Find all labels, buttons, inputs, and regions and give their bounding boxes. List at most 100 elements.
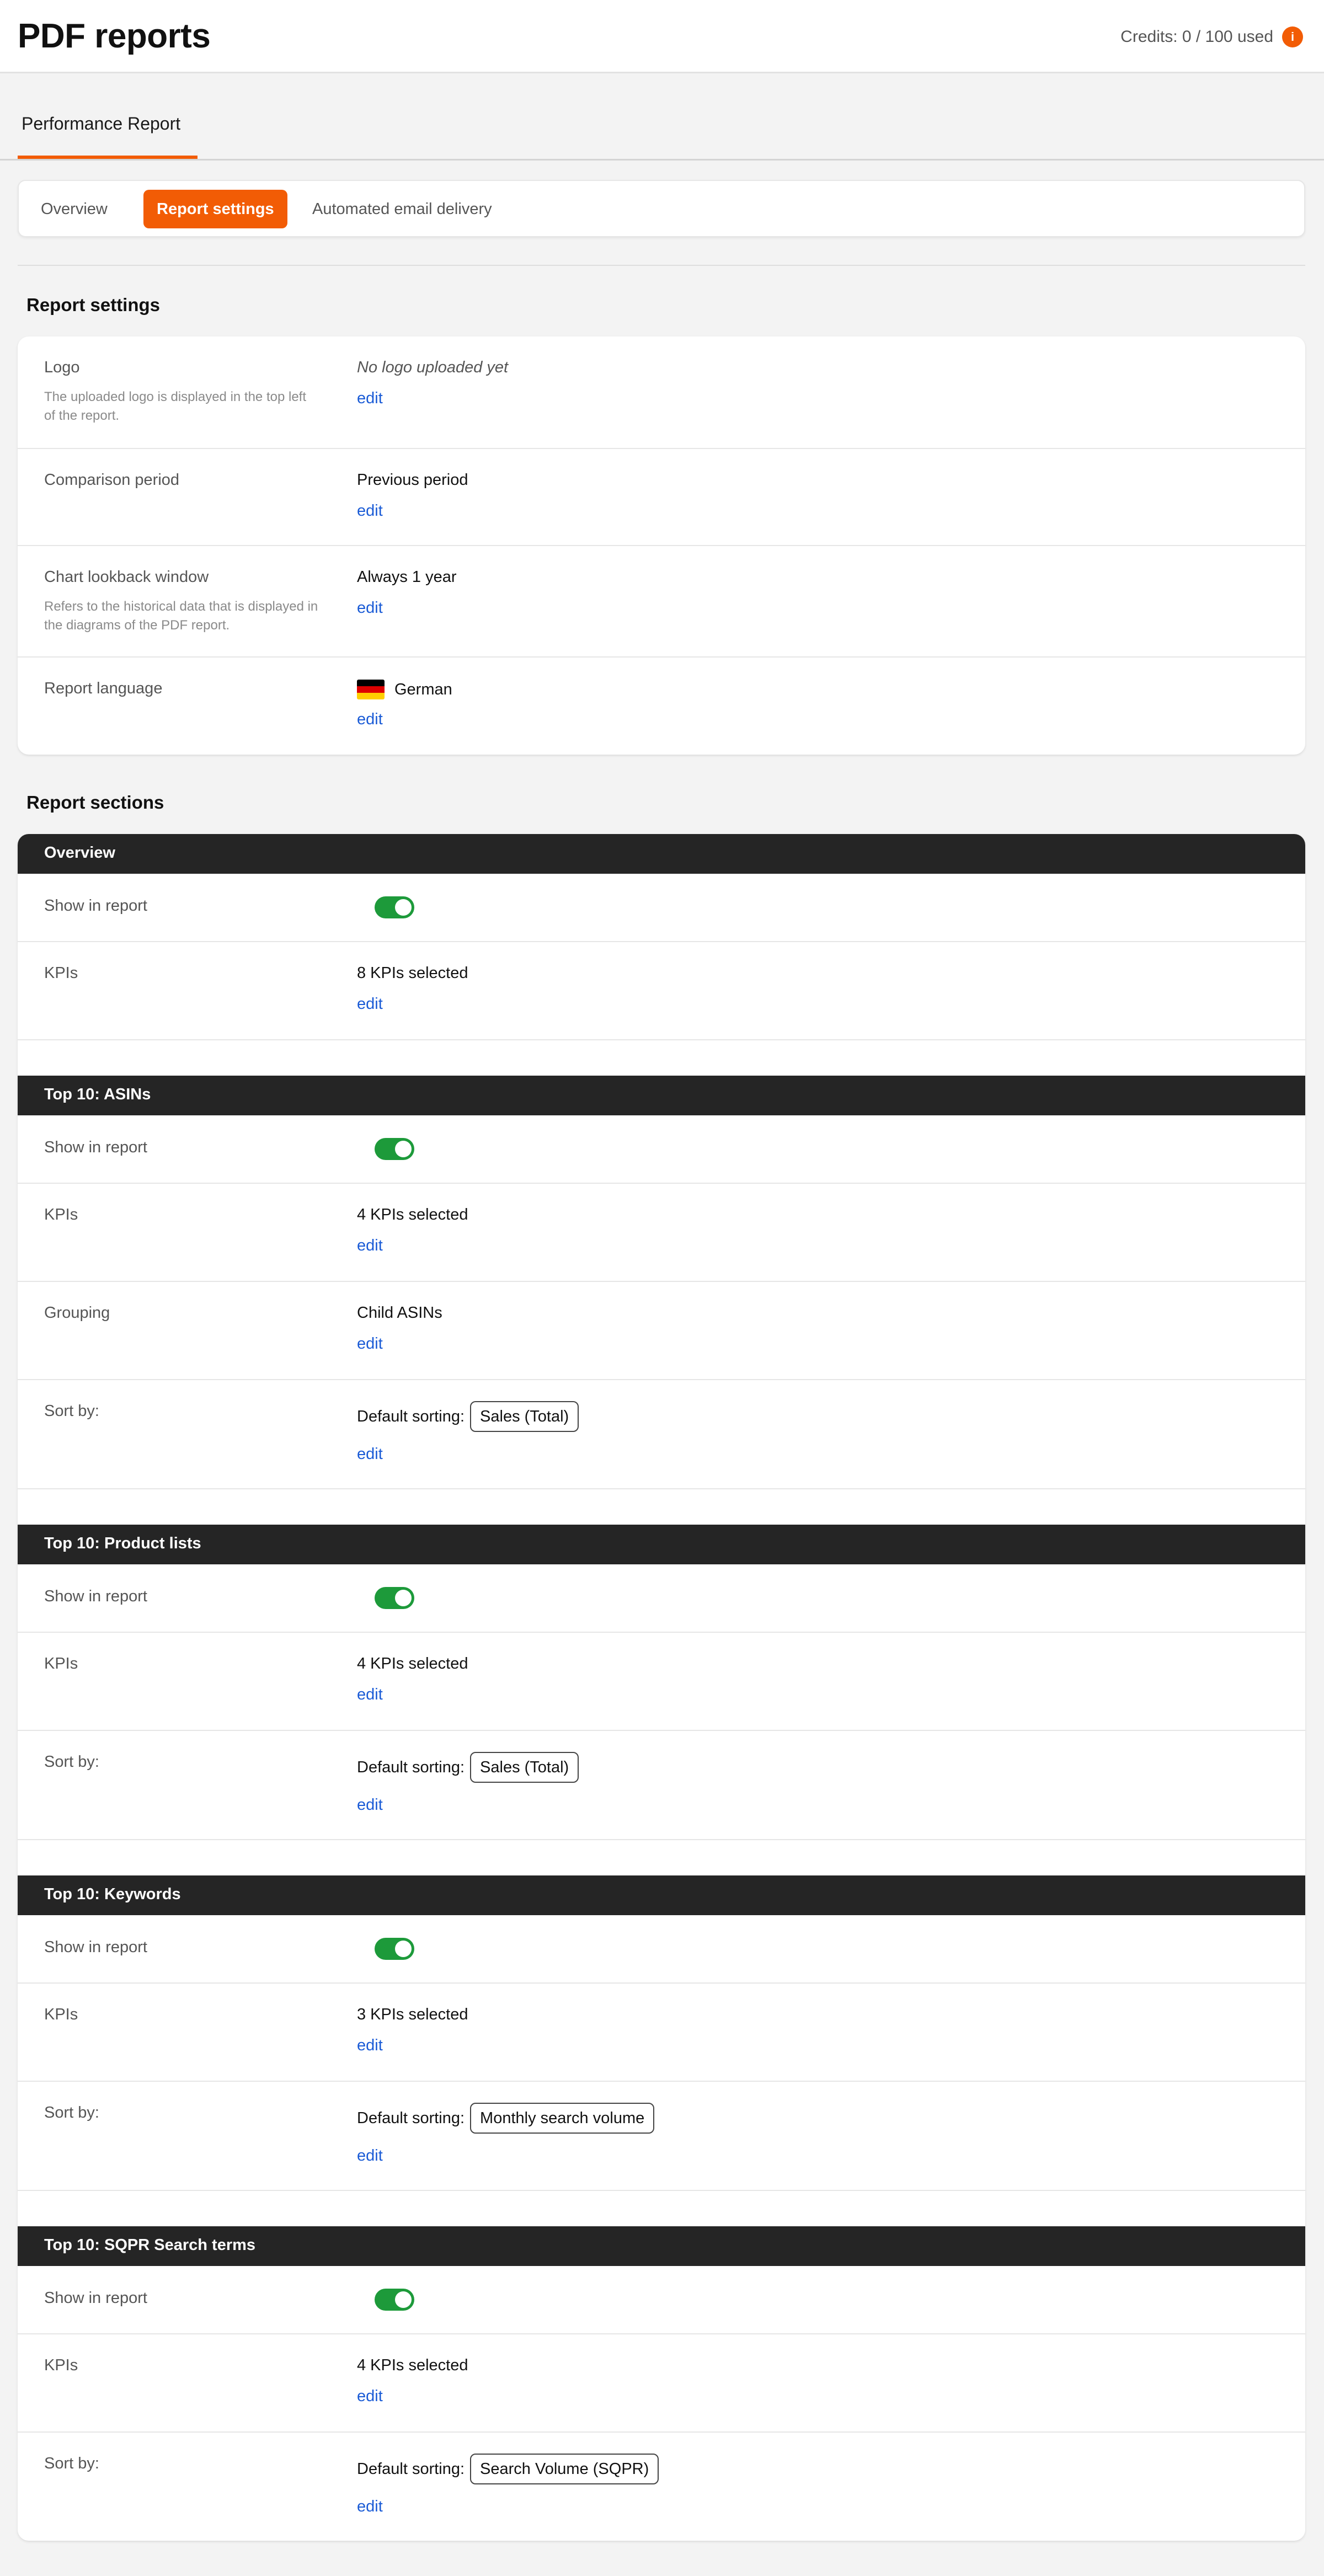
show-toggle[interactable] — [375, 1138, 414, 1160]
edit-kpis-link[interactable]: edit — [357, 1686, 383, 1704]
page-title: PDF reports — [18, 17, 211, 55]
show-toggle[interactable] — [375, 896, 414, 918]
kpis-value: 8 KPIs selected — [357, 964, 468, 982]
show-toggle[interactable] — [375, 1587, 414, 1609]
sort-label: Sort by: — [44, 1753, 99, 1771]
show-label: Show in report — [44, 2289, 147, 2307]
description-line: The uploaded logo is displayed in the to… — [44, 389, 306, 404]
setting-label: Report language — [44, 680, 163, 697]
section-header-overview: Overview — [18, 834, 1305, 874]
kpis-label: KPIs — [44, 1655, 78, 1672]
edit-sort-link[interactable]: edit — [357, 1796, 383, 1814]
row-kpis: KPIs 8 KPIs selected edit — [18, 941, 1305, 1039]
setting-label: Logo — [44, 359, 80, 376]
toggle-knob — [395, 2291, 412, 2308]
section-header-keywords: Top 10: Keywords — [18, 1875, 1305, 1915]
edit-kpis-link[interactable]: edit — [357, 2037, 383, 2055]
sort-pill: Search Volume (SQPR) — [470, 2454, 659, 2484]
show-toggle[interactable] — [375, 2289, 414, 2311]
toggle-knob — [395, 1590, 412, 1606]
report-sections-card: Overview Show in report KPIs 8 KPIs sele… — [18, 834, 1305, 2541]
row-kpis: KPIs 3 KPIs selected edit — [18, 1982, 1305, 2081]
edit-lookback-link[interactable]: edit — [357, 599, 383, 617]
setting-value: Previous period — [357, 471, 468, 489]
subtab-overview[interactable]: Overview — [28, 190, 121, 228]
default-sorting-label: Default sorting: — [357, 2109, 465, 2127]
edit-kpis-link[interactable]: edit — [357, 2387, 383, 2406]
setting-row-logo: Logo The uploaded logo is displayed in t… — [18, 336, 1305, 448]
tab-performance-report[interactable]: Performance Report — [18, 109, 197, 160]
row-show-in-report: Show in report — [18, 1115, 1305, 1183]
section-title: Top 10: ASINs — [44, 1086, 151, 1103]
show-toggle[interactable] — [375, 1938, 414, 1960]
row-kpis: KPIs 4 KPIs selected edit — [18, 2333, 1305, 2431]
section-title: Overview — [44, 844, 115, 862]
row-sort-by: Sort by: Default sorting: Sales (Total) … — [18, 1730, 1305, 1839]
section-spacer — [18, 1839, 1305, 1875]
row-sort-by: Sort by: Default sorting: Sales (Total) … — [18, 1379, 1305, 1488]
grouping-value: Child ASINs — [357, 1304, 442, 1322]
kpis-label: KPIs — [44, 1206, 78, 1223]
row-kpis: KPIs 4 KPIs selected edit — [18, 1183, 1305, 1281]
tab-label: Performance Report — [22, 114, 181, 133]
description-line: Refers to the historical data that is di… — [44, 599, 318, 614]
edit-sort-link[interactable]: edit — [357, 2147, 383, 2165]
section-title: Top 10: SQPR Search terms — [44, 2236, 256, 2254]
section-header-sqpr: Top 10: SQPR Search terms — [18, 2226, 1305, 2266]
toggle-knob — [395, 1141, 412, 1157]
report-sections-heading: Report sections — [26, 792, 164, 813]
row-show-in-report: Show in report — [18, 1915, 1305, 1982]
kpis-value: 4 KPIs selected — [357, 2356, 468, 2374]
default-sorting-label: Default sorting: — [357, 1758, 465, 1776]
row-show-in-report: Show in report — [18, 2266, 1305, 2333]
show-label: Show in report — [44, 1588, 147, 1605]
subtab-bar: Overview Report settings Automated email… — [18, 180, 1305, 237]
kpis-value: 4 KPIs selected — [357, 1206, 468, 1223]
edit-sort-link[interactable]: edit — [357, 2498, 383, 2516]
sort-label: Sort by: — [44, 2455, 99, 2472]
germany-flag-icon — [357, 680, 385, 699]
edit-kpis-link[interactable]: edit — [357, 1237, 383, 1255]
section-divider — [18, 265, 1305, 266]
sort-pill: Monthly search volume — [470, 2103, 655, 2134]
description-line: of the report. — [44, 408, 120, 423]
sort-value: Default sorting: Sales (Total) — [357, 1752, 579, 1783]
info-icon[interactable]: i — [1282, 26, 1303, 47]
setting-row-report-language: Report language German edit — [18, 656, 1305, 755]
section-title: Top 10: Keywords — [44, 1885, 181, 1903]
edit-grouping-link[interactable]: edit — [357, 1335, 383, 1353]
edit-comparison-link[interactable]: edit — [357, 502, 383, 520]
setting-description: Refers to the historical data that is di… — [44, 597, 342, 635]
language-name: German — [394, 680, 452, 698]
sort-value: Default sorting: Search Volume (SQPR) — [357, 2454, 659, 2484]
sort-pill: Sales (Total) — [470, 1752, 579, 1783]
edit-kpis-link[interactable]: edit — [357, 995, 383, 1013]
row-sort-by: Sort by: Default sorting: Monthly search… — [18, 2081, 1305, 2190]
setting-value: No logo uploaded yet — [357, 359, 509, 376]
kpis-value: 4 KPIs selected — [357, 1655, 468, 1672]
toggle-knob — [395, 1941, 412, 1957]
row-sort-by: Sort by: Default sorting: Search Volume … — [18, 2431, 1305, 2541]
credits-text: Credits: 0 / 100 used — [1120, 28, 1273, 46]
show-label: Show in report — [44, 1139, 147, 1156]
grouping-label: Grouping — [44, 1304, 110, 1322]
edit-logo-link[interactable]: edit — [357, 389, 383, 408]
sort-label: Sort by: — [44, 1402, 99, 1420]
setting-label: Comparison period — [44, 471, 180, 489]
subtab-automated-email-delivery[interactable]: Automated email delivery — [299, 190, 505, 228]
setting-label: Chart lookback window — [44, 568, 209, 586]
row-show-in-report: Show in report — [18, 1564, 1305, 1632]
edit-sort-link[interactable]: edit — [357, 1445, 383, 1463]
edit-language-link[interactable]: edit — [357, 710, 383, 729]
sort-value: Default sorting: Sales (Total) — [357, 1401, 579, 1432]
default-sorting-label: Default sorting: — [357, 2460, 465, 2478]
description-line: the diagrams of the PDF report. — [44, 618, 230, 633]
setting-value: Always 1 year — [357, 568, 457, 586]
report-settings-heading: Report settings — [26, 295, 161, 315]
tab-divider — [0, 159, 1324, 161]
default-sorting-label: Default sorting: — [357, 1407, 465, 1425]
sort-value: Default sorting: Monthly search volume — [357, 2103, 655, 2134]
section-spacer — [18, 1488, 1305, 1525]
report-settings-card: Logo The uploaded logo is displayed in t… — [18, 336, 1305, 755]
subtab-report-settings[interactable]: Report settings — [143, 190, 287, 228]
